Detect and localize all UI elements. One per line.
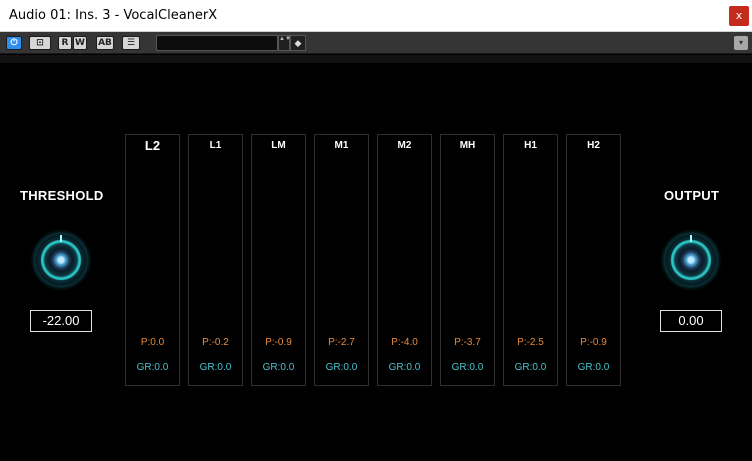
- band-peak-value: P:-3.7: [454, 337, 481, 348]
- band-meter-m1[interactable]: M1 P:-2.7 GR:0.0: [314, 134, 369, 386]
- knob-pointer: [690, 235, 692, 242]
- toolbar-divider: [0, 55, 752, 63]
- write-automation-button[interactable]: W: [73, 36, 87, 50]
- close-button[interactable]: x: [729, 6, 749, 26]
- output-value-field[interactable]: 0.00: [660, 310, 722, 332]
- preset-tag-icon[interactable]: ◆: [290, 35, 306, 51]
- toolbar-menu-button[interactable]: ▾: [734, 36, 748, 50]
- title-bar: Audio 01: Ins. 3 - VocalCleanerX x: [0, 0, 752, 32]
- band-meter-m2[interactable]: M2 P:-4.0 GR:0.0: [377, 134, 432, 386]
- bypass-button[interactable]: ⊡: [29, 36, 51, 50]
- window-title: Audio 01: Ins. 3 - VocalCleanerX: [9, 8, 218, 23]
- band-meter-h1[interactable]: H1 P:-2.5 GR:0.0: [503, 134, 558, 386]
- threshold-value-field[interactable]: -22.00: [30, 310, 92, 332]
- band-peak-value: P:-2.7: [328, 337, 355, 348]
- compare-menu-button[interactable]: ☰: [122, 36, 140, 50]
- band-meter-mh[interactable]: MH P:-3.7 GR:0.0: [440, 134, 495, 386]
- band-name: H2: [587, 140, 600, 151]
- band-gain-reduction-value: GR:0.0: [451, 362, 484, 373]
- knob-ring: [41, 240, 81, 280]
- read-automation-button[interactable]: R: [58, 36, 72, 50]
- output-knob[interactable]: [664, 233, 718, 287]
- band-gain-reduction-value: GR:0.0: [514, 362, 547, 373]
- preset-field[interactable]: [156, 35, 278, 51]
- band-gain-reduction-value: GR:0.0: [388, 362, 421, 373]
- band-gain-reduction-value: GR:0.0: [199, 362, 232, 373]
- band-gain-reduction-value: GR:0.0: [577, 362, 610, 373]
- band-gain-reduction-value: GR:0.0: [136, 362, 169, 373]
- band-name: L1: [209, 140, 222, 151]
- power-button[interactable]: ⏻: [6, 36, 22, 50]
- band-meter-l1[interactable]: L1 P:-0.2 GR:0.0: [188, 134, 243, 386]
- threshold-label: THRESHOLD: [20, 188, 104, 203]
- band-peak-value: P:-0.2: [202, 337, 229, 348]
- band-name: L2: [144, 138, 161, 153]
- band-gain-reduction-value: GR:0.0: [325, 362, 358, 373]
- band-name: LM: [271, 140, 286, 151]
- band-gain-reduction-value: GR:0.0: [262, 362, 295, 373]
- plugin-panel: THRESHOLD -22.00 L2 P:0.0 GR:0.0 L1 P:-0.2 GR…: [0, 63, 752, 461]
- band-name: H1: [524, 140, 537, 151]
- band-name: MH: [459, 140, 476, 151]
- band-peak-value: P:-0.9: [265, 337, 292, 348]
- band-peak-value: P:-0.9: [580, 337, 607, 348]
- preset-arrows[interactable]: ▲▼: [278, 35, 291, 51]
- band-meter-lm[interactable]: LM P:-0.9 GR:0.0: [251, 134, 306, 386]
- knob-pointer: [60, 235, 62, 242]
- band-meter-l2[interactable]: L2 P:0.0 GR:0.0: [125, 134, 180, 386]
- band-name: M2: [397, 140, 412, 151]
- ab-compare-button[interactable]: AB: [96, 36, 114, 50]
- band-peak-value: P:-2.5: [517, 337, 544, 348]
- band-peak-value: P:-4.0: [391, 337, 418, 348]
- knob-ring: [671, 240, 711, 280]
- output-label: OUTPUT: [664, 188, 720, 203]
- plugin-toolbar: ⏻ ⊡ R W AB ☰ ▲▼ ◆ ▾: [0, 32, 752, 54]
- band-meter-h2[interactable]: H2 P:-0.9 GR:0.0: [566, 134, 621, 386]
- threshold-knob[interactable]: [34, 233, 88, 287]
- band-peak-value: P:0.0: [140, 337, 165, 348]
- band-name: M1: [334, 140, 349, 151]
